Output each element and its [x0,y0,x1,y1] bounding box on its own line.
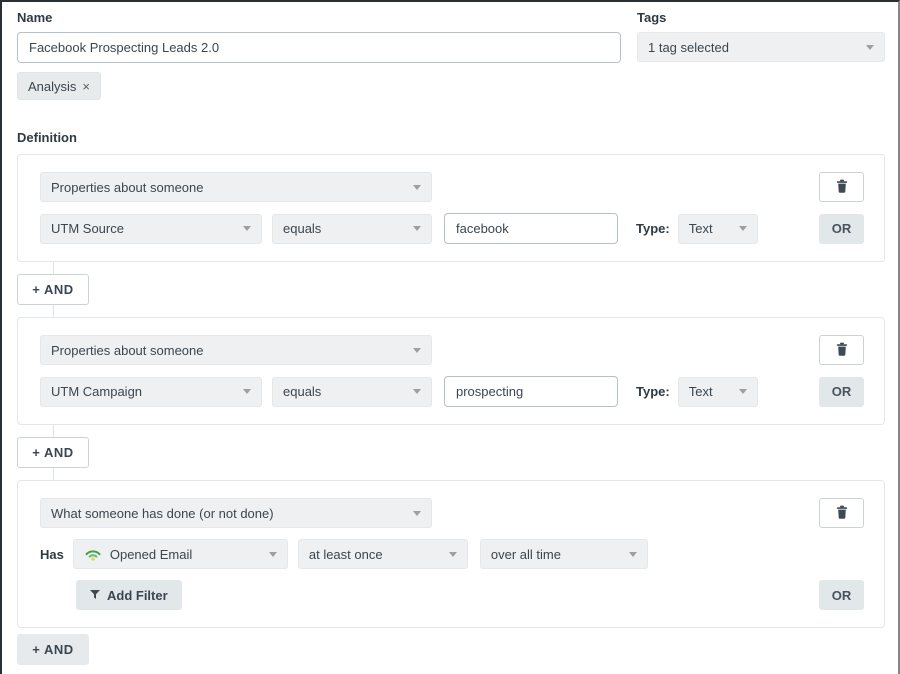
opened-email-icon [84,547,102,561]
add-filter-label: Add Filter [107,588,168,603]
condition-card-2: Properties about someone UTM Campaign [17,317,885,425]
frequency-select[interactable]: at least once [298,539,468,569]
chevron-down-icon [413,185,421,190]
type-label: Type: [636,221,670,236]
chevron-down-icon [413,511,421,516]
operator-select[interactable]: equals [272,377,432,407]
bottom-and-row: + AND [17,634,885,665]
chevron-down-icon [243,389,251,394]
delete-condition-button[interactable] [819,498,864,528]
metric-select[interactable]: Opened Email [73,539,288,569]
chevron-down-icon [739,226,747,231]
delete-condition-button[interactable] [819,172,864,202]
filter-icon [90,588,100,603]
chevron-down-icon [413,348,421,353]
category-select[interactable]: Properties about someone [40,172,432,202]
condition-card-3: What someone has done (or not done) Has [17,480,885,628]
has-label: Has [40,547,64,562]
property-select[interactable]: UTM Source [40,214,262,244]
or-button[interactable]: OR [819,214,864,244]
delete-condition-button[interactable] [819,335,864,365]
trash-icon [836,342,848,359]
value-input[interactable] [444,376,618,407]
category-select-value: What someone has done (or not done) [51,506,274,521]
type-label: Type: [636,384,670,399]
frequency-select-value: at least once [309,547,383,562]
timeframe-select-value: over all time [491,547,561,562]
name-label: Name [17,10,621,26]
trash-icon [836,505,848,522]
category-select[interactable]: What someone has done (or not done) [40,498,432,528]
operator-select[interactable]: equals [272,214,432,244]
segment-editor: Name Analysis × Tags 1 tag selected Defi… [0,0,900,674]
chevron-down-icon [629,552,637,557]
tag-chip[interactable]: Analysis × [17,72,101,100]
type-select-value: Text [689,384,713,399]
type-select[interactable]: Text [678,214,758,244]
tags-label: Tags [637,10,885,26]
type-select[interactable]: Text [678,377,758,407]
operator-select-value: equals [283,384,321,399]
category-select-value: Properties about someone [51,180,203,195]
property-select-value: UTM Source [51,221,124,236]
tags-select-value: 1 tag selected [648,40,729,55]
condition-card-1: Properties about someone UTM Source [17,154,885,262]
definition-label: Definition [17,130,885,146]
chevron-down-icon [413,389,421,394]
chevron-down-icon [413,226,421,231]
chevron-down-icon [269,552,277,557]
value-input[interactable] [444,213,618,244]
and-connector: + AND [17,425,885,480]
chevron-down-icon [243,226,251,231]
or-button[interactable]: OR [819,580,864,610]
property-select[interactable]: UTM Campaign [40,377,262,407]
name-input[interactable] [17,32,621,63]
add-filter-button[interactable]: Add Filter [76,580,182,610]
chevron-down-icon [866,45,874,50]
add-and-button[interactable]: + AND [17,634,89,665]
category-select-value: Properties about someone [51,343,203,358]
property-select-value: UTM Campaign [51,384,142,399]
tags-select[interactable]: 1 tag selected [637,32,885,62]
chevron-down-icon [449,552,457,557]
trash-icon [836,179,848,196]
tag-chip-label: Analysis [28,79,76,94]
remove-tag-icon[interactable]: × [82,79,90,94]
timeframe-select[interactable]: over all time [480,539,648,569]
and-connector: + AND [17,262,885,317]
or-button[interactable]: OR [819,377,864,407]
category-select[interactable]: Properties about someone [40,335,432,365]
add-and-button[interactable]: + AND [17,437,89,468]
header-row: Name Analysis × Tags 1 tag selected [17,8,885,100]
type-select-value: Text [689,221,713,236]
chevron-down-icon [739,389,747,394]
operator-select-value: equals [283,221,321,236]
metric-select-value: Opened Email [110,547,192,562]
add-and-button[interactable]: + AND [17,274,89,305]
